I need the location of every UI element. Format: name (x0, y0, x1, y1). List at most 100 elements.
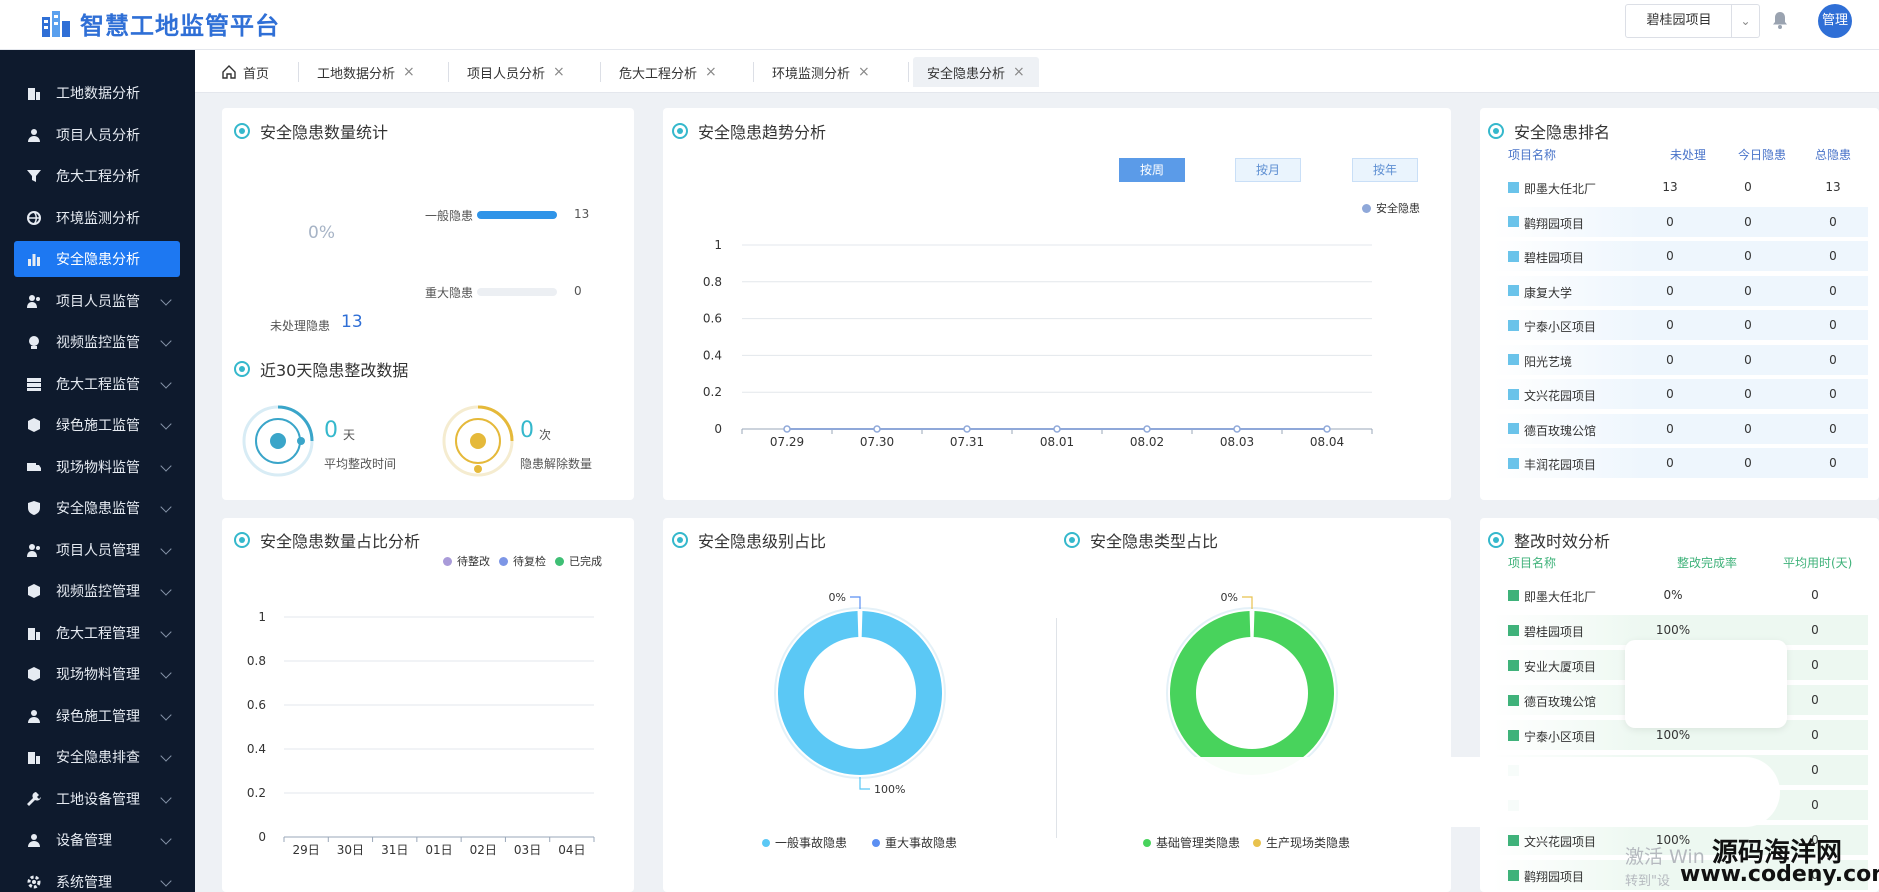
sidebar-item[interactable]: 设备管理 (14, 822, 180, 858)
sidebar-item[interactable]: 危大工程分析 (14, 158, 180, 194)
table-cell: 0 (1666, 214, 1674, 229)
legend-item[interactable]: 重大事故隐患 (872, 834, 957, 851)
table-row[interactable]: 丰润花园项目 0 0 0 (1493, 448, 1868, 478)
sidebar-item[interactable]: 视频监控管理 (14, 573, 180, 609)
legend-item[interactable]: 待复检 (499, 553, 546, 569)
table-cell: 0 (1744, 249, 1752, 263)
legend-label: 待复检 (513, 555, 546, 568)
sidebar-item[interactable]: 危大工程监管 (14, 366, 180, 402)
sidebar-item[interactable]: 视频监控监管 (14, 324, 180, 360)
x-tick-label: 31日 (381, 843, 408, 857)
y-tick-label: 0.4 (703, 348, 722, 362)
tab-label: 项目人员分析 (467, 66, 546, 82)
ranking-card-title: 安全隐患排名 (1488, 119, 1610, 143)
tab[interactable]: 工地数据分析 × (303, 57, 429, 87)
close-icon[interactable]: × (553, 64, 565, 80)
legend-dot (872, 838, 880, 847)
y-tick-label: 0.4 (247, 742, 266, 756)
chevron-down-icon (160, 335, 172, 347)
tab[interactable]: 首页 (207, 57, 283, 87)
tab[interactable]: 危大工程分析 × (605, 57, 731, 87)
sidebar-item[interactable]: 项目人员管理 (14, 532, 180, 568)
donut-label-top: 0% (1221, 591, 1238, 604)
sidebar-item[interactable]: 安全隐患分析 (14, 241, 180, 277)
ranking-header: 未处理 (1670, 148, 1707, 162)
sidebar-item[interactable]: 工地设备管理 (14, 781, 180, 817)
legend-item[interactable]: 基础管理类隐患 (1143, 834, 1240, 851)
chevron-down-icon (160, 459, 172, 472)
sidebar-item[interactable]: 项目人员监管 (14, 283, 180, 319)
target-icon (1488, 532, 1504, 548)
tab[interactable]: 项目人员分析 × (453, 57, 579, 87)
resolved-label: 隐患解除数量 (520, 457, 593, 471)
table-cell: 0 (1811, 728, 1819, 742)
period-week-button[interactable]: 按周 (1119, 158, 1185, 182)
trend-card-title: 安全隐患趋势分析 (672, 119, 826, 143)
table-row[interactable]: 鹳翔园项目 0 0 0 (1493, 206, 1868, 237)
sidebar-item[interactable]: 绿色施工管理 (14, 698, 180, 734)
wrench-icon (26, 791, 42, 807)
level-card-title: 安全隐患级别占比 (672, 528, 826, 552)
table-cell: 0 (1829, 214, 1837, 229)
app-logo[interactable]: 智慧工地监管平台 (40, 6, 280, 41)
sidebar-item[interactable]: 工地数据分析 (14, 75, 180, 111)
chevron-down-icon (160, 293, 172, 306)
bell-icon[interactable] (1770, 10, 1790, 30)
sidebar-item[interactable]: 现场物料监管 (14, 449, 180, 485)
resolved-value: 0 (520, 418, 534, 443)
legend-item[interactable]: 待整改 (443, 553, 490, 569)
project-select[interactable]: 碧桂园项目 ⌄ (1625, 4, 1760, 38)
close-icon[interactable]: × (403, 64, 415, 80)
sidebar-item[interactable]: 安全隐患排查 (14, 739, 180, 775)
ranking-header: 今日隐患 (1738, 148, 1787, 162)
table-row[interactable]: 康复大学 0 0 0 (1493, 275, 1868, 306)
table-cell: 0 (1744, 421, 1752, 436)
legend-item[interactable]: 一般事故隐患 (762, 834, 847, 851)
user-avatar[interactable]: 管理 (1818, 4, 1852, 38)
stats-card-title: 安全隐患数量统计 (234, 119, 388, 143)
table-row[interactable]: 即墨大任北厂 13 0 13 (1493, 172, 1868, 202)
x-tick-label: 08.01 (1040, 435, 1074, 449)
sidebar-item[interactable]: 项目人员分析 (14, 117, 180, 153)
legend-item[interactable]: 已完成 (555, 553, 602, 569)
table-row[interactable]: 即墨大任北厂 0% 0 (1493, 580, 1868, 610)
row-marker (1508, 423, 1519, 434)
chevron-down-icon (160, 791, 172, 804)
row-marker (1508, 319, 1519, 331)
sidebar-item[interactable]: 安全隐患监管 (14, 490, 180, 526)
chevron-down-icon (160, 667, 172, 679)
close-icon[interactable]: × (858, 64, 870, 80)
x-tick-label: 07.29 (770, 435, 804, 449)
tab-separator (298, 62, 299, 82)
sidebar-item[interactable]: 危大工程管理 (14, 615, 180, 651)
data-point (783, 425, 791, 433)
sidebar-item[interactable]: 环境监测分析 (14, 200, 180, 236)
table-cell: 0 (1744, 214, 1752, 229)
sidebar-item[interactable]: 现场物料管理 (14, 656, 180, 692)
ranking-header: 总隐患 (1815, 148, 1852, 162)
sidebar-item-label: 项目人员监管 (56, 293, 140, 310)
close-icon[interactable]: × (1013, 64, 1025, 80)
tab[interactable]: 环境监测分析 × (758, 57, 884, 87)
tab[interactable]: 安全隐患分析 × (913, 57, 1039, 87)
shield-icon (26, 500, 42, 516)
sidebar-item[interactable]: 系统管理 (14, 864, 180, 892)
sidebar-item-label: 绿色施工监管 (56, 418, 140, 434)
sidebar-item[interactable]: 绿色施工监管 (14, 407, 180, 443)
donut-label-bottom: 100% (874, 783, 905, 796)
table-row[interactable]: 文兴花园项目 0 0 0 (1493, 379, 1868, 409)
legend-item[interactable]: 生产现场类隐患 (1253, 834, 1350, 851)
table-row[interactable]: 阳光艺境 0 0 0 (1493, 344, 1868, 375)
table-row[interactable]: 宁泰小区项目 0 0 0 (1493, 310, 1868, 340)
globe-icon (26, 210, 42, 226)
major-label: 重大隐患 (425, 286, 474, 300)
period-year-button[interactable]: 按年 (1352, 158, 1418, 182)
home-icon (222, 65, 236, 79)
period-month-button[interactable]: 按月 (1235, 158, 1301, 182)
table-row[interactable]: 碧桂园项目 0 0 0 (1493, 241, 1868, 271)
close-icon[interactable]: × (705, 64, 717, 80)
chevron-down-icon[interactable]: ⌄ (1731, 5, 1759, 37)
table-row[interactable]: 德百玫瑰公馆 0 0 0 (1493, 413, 1868, 444)
table-cell: 康复大学 (1524, 285, 1573, 300)
chevron-down-icon (160, 501, 172, 513)
